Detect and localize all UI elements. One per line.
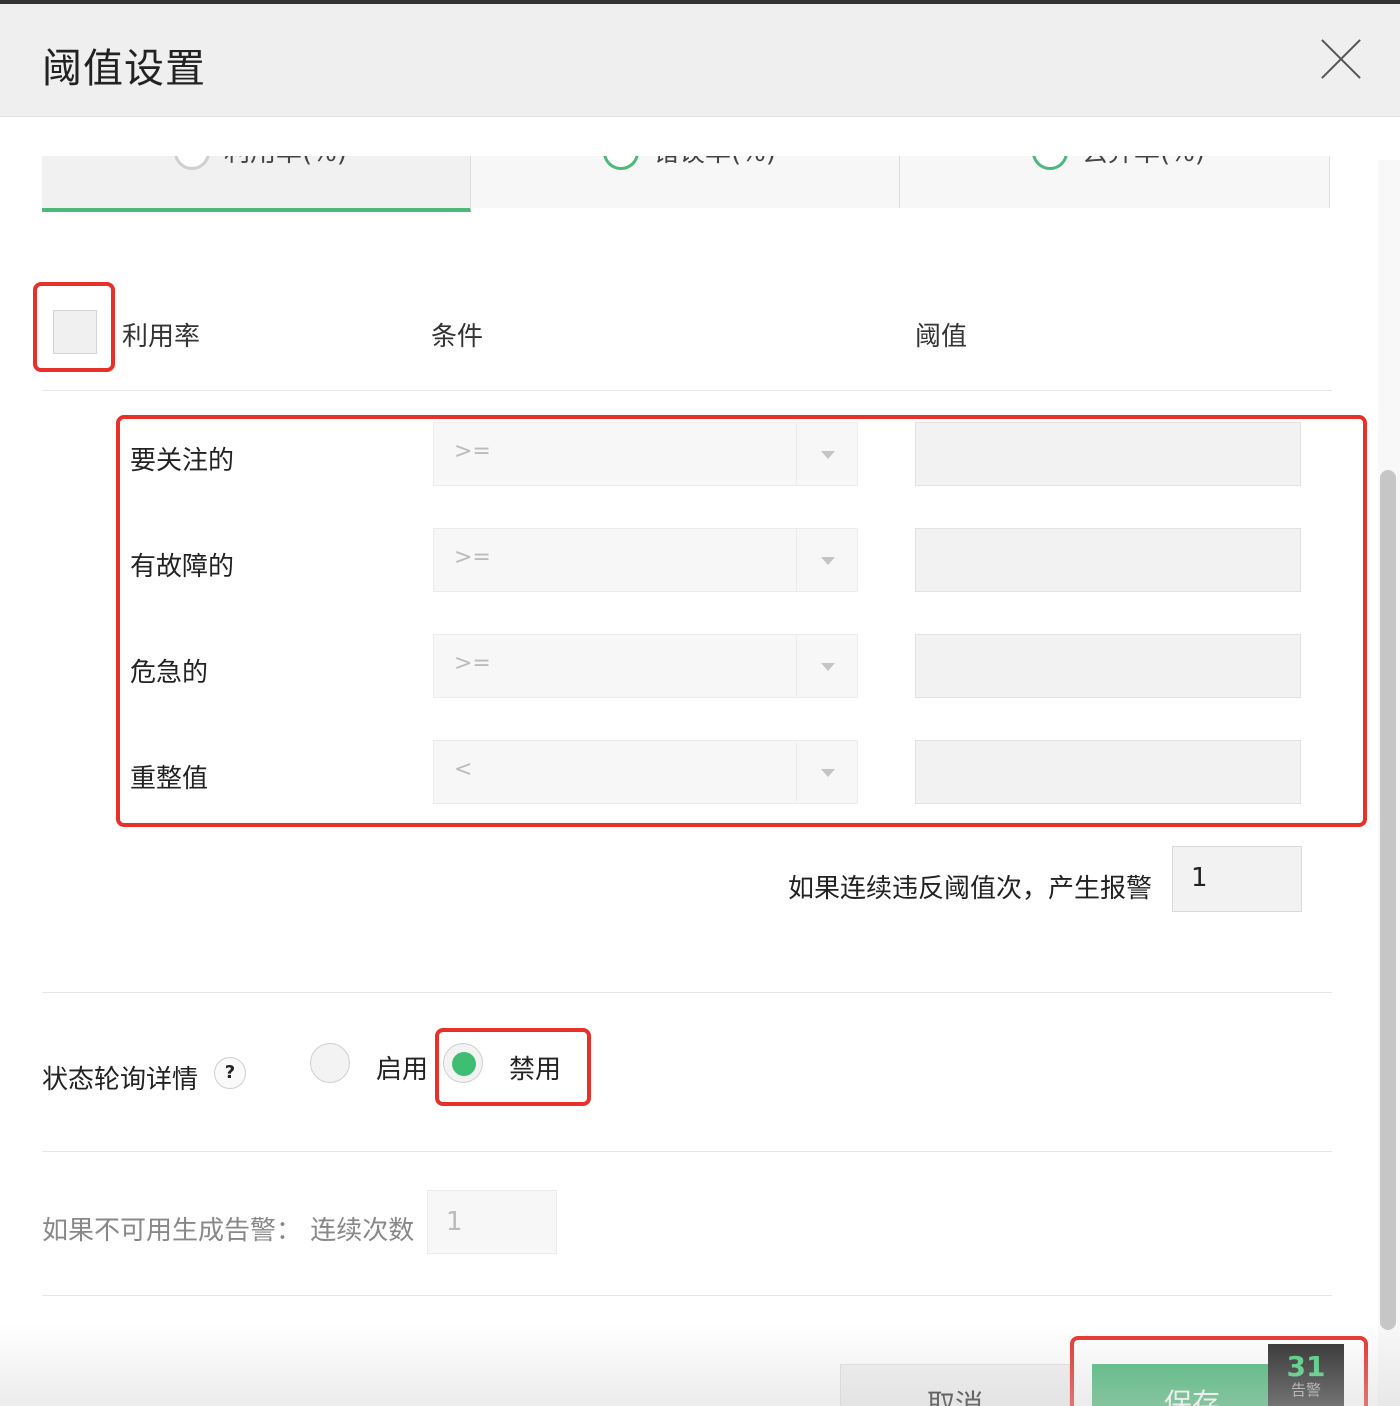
close-icon[interactable]	[1316, 34, 1366, 84]
threshold-column-header: 阈值	[915, 322, 968, 352]
scrollbar-thumb[interactable]	[1380, 470, 1396, 1330]
select-value: >=	[454, 439, 491, 464]
radio-icon	[174, 156, 210, 170]
chevron-down-icon	[796, 423, 857, 485]
poll-disable-radio[interactable]	[443, 1043, 483, 1083]
metric-column-header: 利用率	[122, 322, 201, 352]
condition-select-attention[interactable]: >=	[433, 422, 858, 486]
divider	[42, 992, 1332, 993]
condition-select-rearm[interactable]: <	[433, 740, 858, 804]
condition-select-trouble[interactable]: >=	[433, 528, 858, 592]
dialog-title: 阈值设置	[42, 46, 206, 92]
divider	[42, 1151, 1332, 1152]
tab-label: 错误率(%)	[653, 156, 776, 169]
cancel-button[interactable]: 取消	[840, 1364, 1070, 1406]
row-label-rearm: 重整值	[130, 764, 209, 794]
select-value: <	[454, 757, 473, 782]
row-label-attention: 要关注的	[130, 446, 235, 476]
status-poll-label: 状态轮询详情	[42, 1065, 199, 1095]
alarm-badge-label: 告警	[1290, 1381, 1321, 1399]
condition-column-header: 条件	[431, 322, 484, 352]
metric-enable-checkbox[interactable]	[53, 310, 97, 354]
chevron-down-icon	[796, 741, 857, 803]
row-label-critical: 危急的	[130, 658, 209, 688]
select-value: >=	[454, 545, 491, 570]
radio-selected-dot	[452, 1052, 476, 1076]
threshold-input-critical[interactable]	[915, 634, 1301, 698]
threshold-input-attention[interactable]	[915, 422, 1301, 486]
tab-label: 丢弃率(%)	[1082, 156, 1205, 169]
unavailable-count-input[interactable]: 1	[427, 1190, 557, 1254]
poll-enable-label: 启用	[376, 1055, 429, 1085]
dialog-header: 阈值设置	[0, 4, 1400, 117]
unavailable-alarm-label: 如果不可用生成告警： 连续次数	[42, 1216, 415, 1246]
tab-label: 利用率(%)	[224, 156, 347, 169]
chevron-down-icon	[796, 529, 857, 591]
tab-discard-rate[interactable]: 丢弃率(%)	[900, 156, 1330, 208]
select-value: >=	[454, 651, 491, 676]
divider	[42, 1295, 1332, 1296]
alarm-count: 31	[1286, 1350, 1326, 1383]
condition-select-critical[interactable]: >=	[433, 634, 858, 698]
poll-disable-label: 禁用	[509, 1055, 562, 1085]
radio-icon	[603, 156, 639, 170]
alarm-count-badge[interactable]: 31 告警	[1268, 1344, 1344, 1406]
tab-utilization[interactable]: 利用率(%)	[42, 156, 471, 212]
poll-enable-radio[interactable]	[310, 1043, 350, 1083]
divider	[42, 390, 1332, 391]
consecutive-violation-input[interactable]: 1	[1172, 846, 1302, 912]
threshold-settings-dialog: 阈值设置 利用率(%) 错误率(%) 丢弃率(%) 利用率 条件 阈值 要关注的…	[0, 4, 1400, 1406]
threshold-input-trouble[interactable]	[915, 528, 1301, 592]
threshold-input-rearm[interactable]	[915, 740, 1301, 804]
consecutive-violation-label: 如果连续违反阈值次，产生报警	[788, 874, 1153, 904]
radio-icon	[1032, 156, 1068, 170]
chevron-down-icon	[796, 635, 857, 697]
tab-error-rate[interactable]: 错误率(%)	[471, 156, 900, 208]
help-icon[interactable]: ?	[214, 1057, 246, 1089]
row-label-trouble: 有故障的	[130, 552, 235, 582]
